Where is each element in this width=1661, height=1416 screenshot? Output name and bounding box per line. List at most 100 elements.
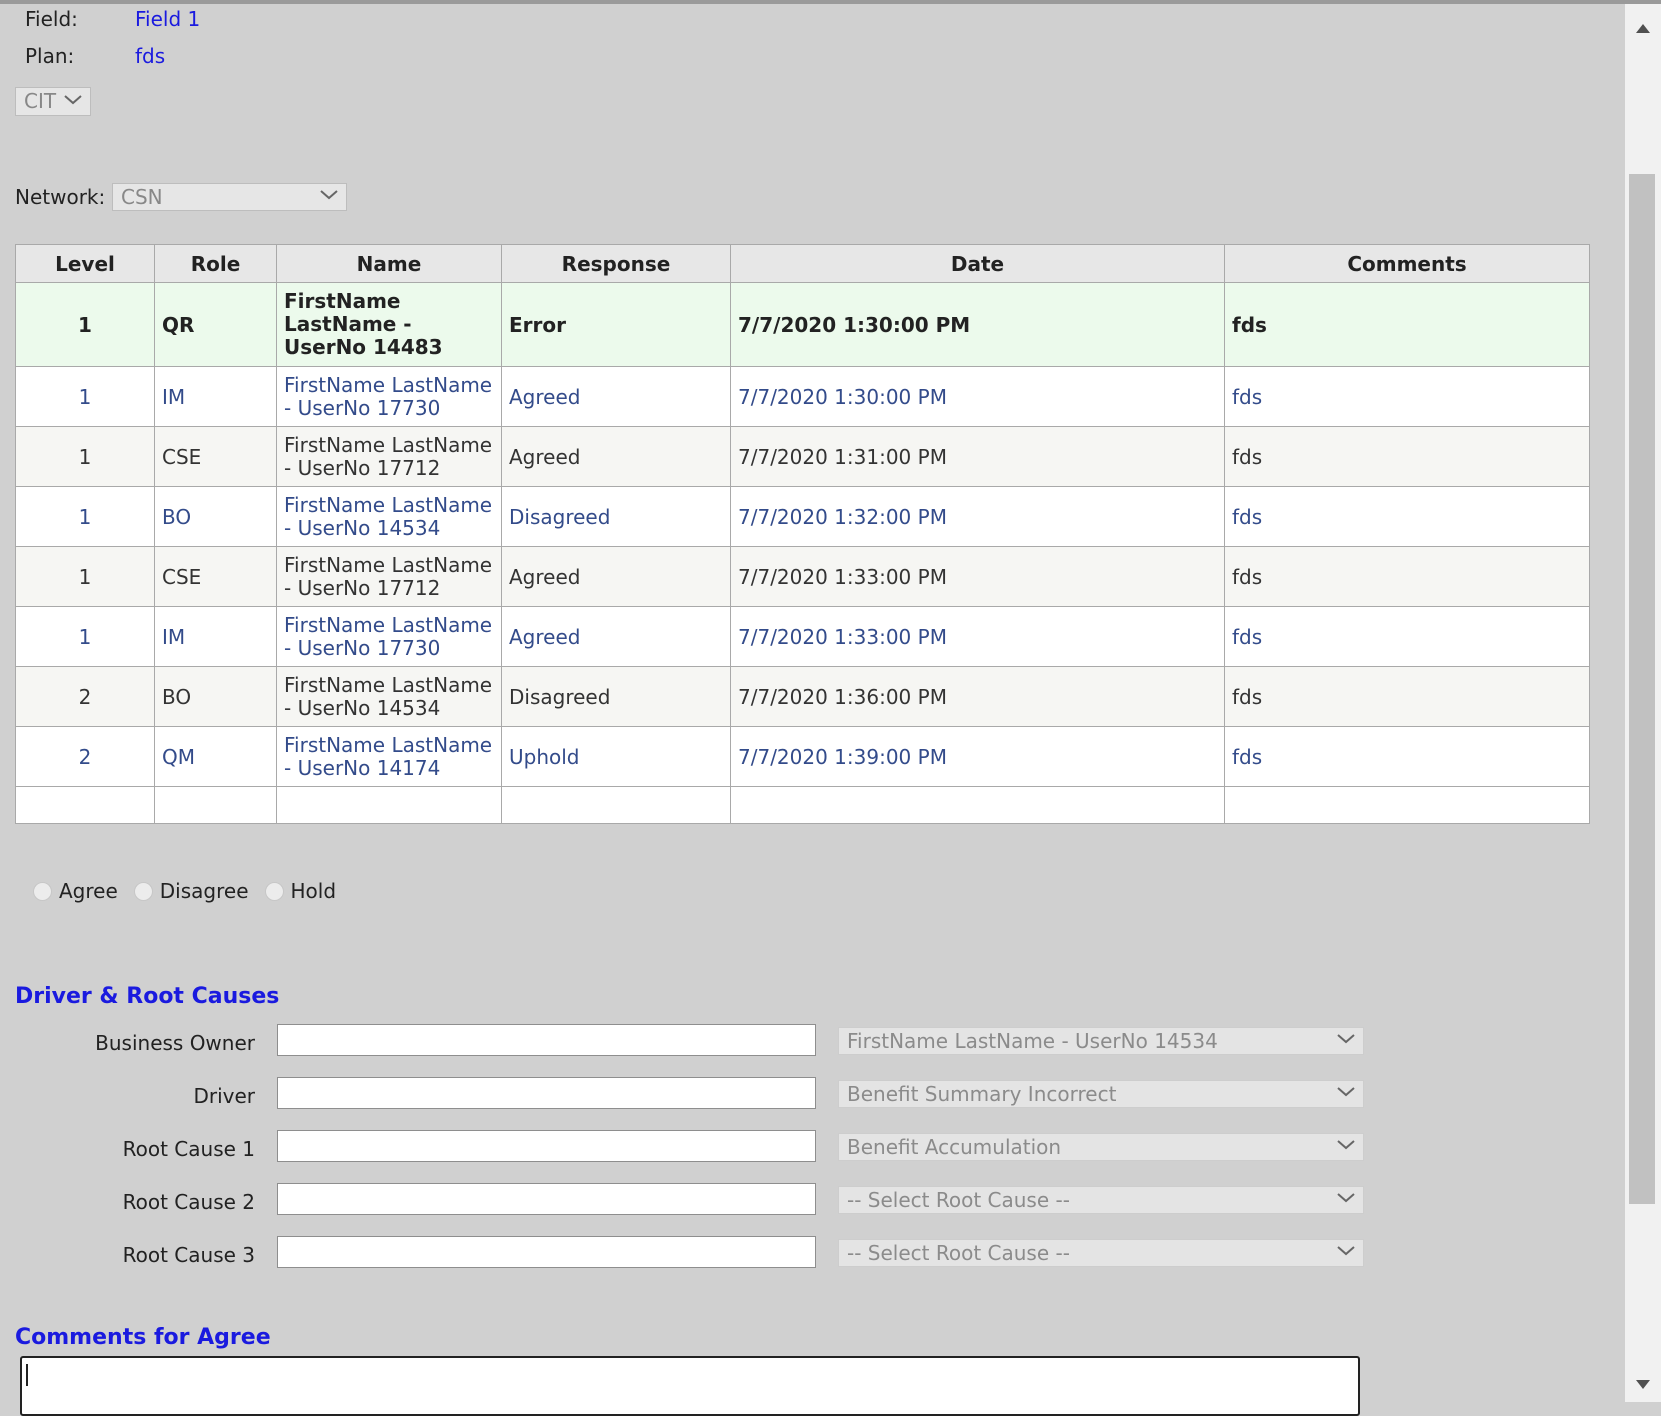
response-radio-group: Agree Disagree Hold	[33, 876, 352, 906]
cit-select[interactable]: CIT	[15, 87, 91, 116]
cell-date: 7/7/2020 1:36:00 PM	[730, 666, 1225, 727]
cell-role: CSE	[154, 426, 277, 487]
cell-comments: fds	[1224, 606, 1590, 667]
table-row[interactable]: 2 BO FirstName LastName - UserNo 14534 D…	[15, 666, 1590, 727]
cell-level: 1	[15, 546, 155, 607]
table-row[interactable]: 2 QM FirstName LastName - UserNo 14174 U…	[15, 726, 1590, 787]
column-header-name: Name	[276, 244, 502, 283]
column-header-level: Level	[15, 244, 155, 283]
column-header-date: Date	[730, 244, 1225, 283]
field-row: Field: Field 1	[25, 6, 200, 32]
cell-role: BO	[154, 666, 277, 727]
scrollbar-thumb[interactable]	[1629, 174, 1655, 1204]
cell-name: FirstName LastName - UserNo 17712	[276, 546, 502, 607]
cell-comments: fds	[1224, 726, 1590, 787]
root-cause-3-input[interactable]	[277, 1236, 816, 1268]
table-row[interactable]: 1 IM FirstName LastName - UserNo 17730 A…	[15, 606, 1590, 667]
chevron-down-icon	[1337, 1246, 1355, 1256]
cell-comments: fds	[1224, 366, 1590, 427]
column-header-response: Response	[501, 244, 731, 283]
cell-date: 7/7/2020 1:30:00 PM	[730, 282, 1225, 367]
driver-select-value: Benefit Summary Incorrect	[847, 1082, 1117, 1106]
column-header-comments: Comments	[1224, 244, 1590, 283]
cell-level: 1	[15, 366, 155, 427]
cell-date: 7/7/2020 1:33:00 PM	[730, 606, 1225, 667]
cell-date: 7/7/2020 1:31:00 PM	[730, 426, 1225, 487]
cell-level: 1	[15, 606, 155, 667]
approval-page: Field: Field 1 Plan: fds CIT Network: CSN …	[0, 0, 1625, 1416]
cell-date: 7/7/2020 1:33:00 PM	[730, 546, 1225, 607]
cell-name: FirstName LastName - UserNo 14174	[276, 726, 502, 787]
comments-section-title: Comments for Agree	[15, 1325, 271, 1350]
disagree-radio[interactable]	[133, 881, 153, 901]
text-caret	[26, 1364, 28, 1386]
agree-radio[interactable]	[33, 881, 52, 901]
network-label: Network:	[15, 185, 106, 209]
cell-role: QM	[154, 726, 277, 787]
table-row[interactable]: 1 CSE FirstName LastName - UserNo 17712 …	[15, 546, 1590, 607]
cell-level: 1	[15, 282, 155, 367]
root-cause-2-label: Root Cause 2	[122, 1190, 255, 1214]
cell-level: 1	[15, 486, 155, 547]
cell-name: FirstName LastName - UserNo 17730	[276, 366, 502, 427]
table-row: 1 QR FirstName LastName - UserNo 14483 E…	[15, 282, 1590, 367]
agree-radio-label[interactable]: Agree	[59, 876, 118, 906]
cell-response: Agreed	[501, 606, 731, 667]
table-row[interactable]: 1 CSE FirstName LastName - UserNo 17712 …	[15, 426, 1590, 487]
chevron-down-icon	[320, 190, 338, 200]
chevron-down-icon	[1337, 1140, 1355, 1150]
root-cause-1-label: Root Cause 1	[122, 1137, 255, 1161]
cell-role: BO	[154, 486, 277, 547]
cell-comments: fds	[1224, 666, 1590, 727]
plan-value: fds	[135, 44, 166, 68]
business-owner-input[interactable]	[277, 1024, 816, 1056]
column-header-role: Role	[154, 244, 277, 283]
approval-history-table: Level Role Name Response Date Comments 1…	[15, 244, 1590, 824]
hold-radio[interactable]	[264, 881, 284, 901]
disagree-radio-label[interactable]: Disagree	[160, 876, 249, 906]
root-cause-3-label: Root Cause 3	[122, 1243, 255, 1267]
field-value: Field 1	[135, 7, 201, 31]
cell-date: 7/7/2020 1:32:00 PM	[730, 486, 1225, 547]
chevron-down-icon	[1337, 1193, 1355, 1203]
root-cause-2-select[interactable]: -- Select Root Cause --	[838, 1186, 1364, 1214]
cell-date: 7/7/2020 1:30:00 PM	[730, 366, 1225, 427]
cell-comments: fds	[1224, 426, 1590, 487]
hold-radio-label[interactable]: Hold	[291, 876, 337, 906]
comments-textarea[interactable]	[20, 1356, 1360, 1416]
cell-role: CSE	[154, 546, 277, 607]
driver-select[interactable]: Benefit Summary Incorrect	[838, 1080, 1364, 1108]
table-row[interactable]: 1 IM FirstName LastName - UserNo 17730 A…	[15, 366, 1590, 427]
vertical-scrollbar[interactable]	[1625, 4, 1661, 1402]
business-owner-select[interactable]: FirstName LastName - UserNo 14534	[838, 1027, 1364, 1055]
driver-input[interactable]	[277, 1077, 816, 1109]
root-cause-3-select[interactable]: -- Select Root Cause --	[838, 1239, 1364, 1267]
root-cause-2-input[interactable]	[277, 1183, 816, 1215]
cell-response: Agreed	[501, 546, 731, 607]
scroll-down-arrow-icon[interactable]	[1636, 1370, 1650, 1394]
cell-level: 2	[15, 726, 155, 787]
cell-name: FirstName LastName - UserNo 14483	[276, 282, 502, 367]
cell-name: FirstName LastName - UserNo 14534	[276, 486, 502, 547]
cell-comments: fds	[1224, 546, 1590, 607]
cell-date: 7/7/2020 1:39:00 PM	[730, 726, 1225, 787]
table-row[interactable]: 1 BO FirstName LastName - UserNo 14534 D…	[15, 486, 1590, 547]
cell-name: FirstName LastName - UserNo 17712	[276, 426, 502, 487]
cell-response: Disagreed	[501, 486, 731, 547]
table-row-empty	[15, 786, 1590, 824]
root-cause-2-select-value: -- Select Root Cause --	[847, 1188, 1070, 1212]
cell-level: 1	[15, 426, 155, 487]
chevron-down-icon	[1337, 1087, 1355, 1097]
cell-role: QR	[154, 282, 277, 367]
cit-select-value: CIT	[24, 89, 57, 113]
cell-level: 2	[15, 666, 155, 727]
business-owner-select-value: FirstName LastName - UserNo 14534	[847, 1029, 1218, 1053]
root-cause-1-input[interactable]	[277, 1130, 816, 1162]
plan-row: Plan: fds	[25, 43, 165, 69]
root-cause-1-select[interactable]: Benefit Accumulation	[838, 1133, 1364, 1161]
scroll-up-arrow-icon[interactable]	[1636, 14, 1650, 38]
root-cause-1-select-value: Benefit Accumulation	[847, 1135, 1062, 1159]
network-select[interactable]: CSN	[112, 183, 347, 211]
cell-name: FirstName LastName - UserNo 14534	[276, 666, 502, 727]
business-owner-label: Business Owner	[95, 1031, 255, 1055]
